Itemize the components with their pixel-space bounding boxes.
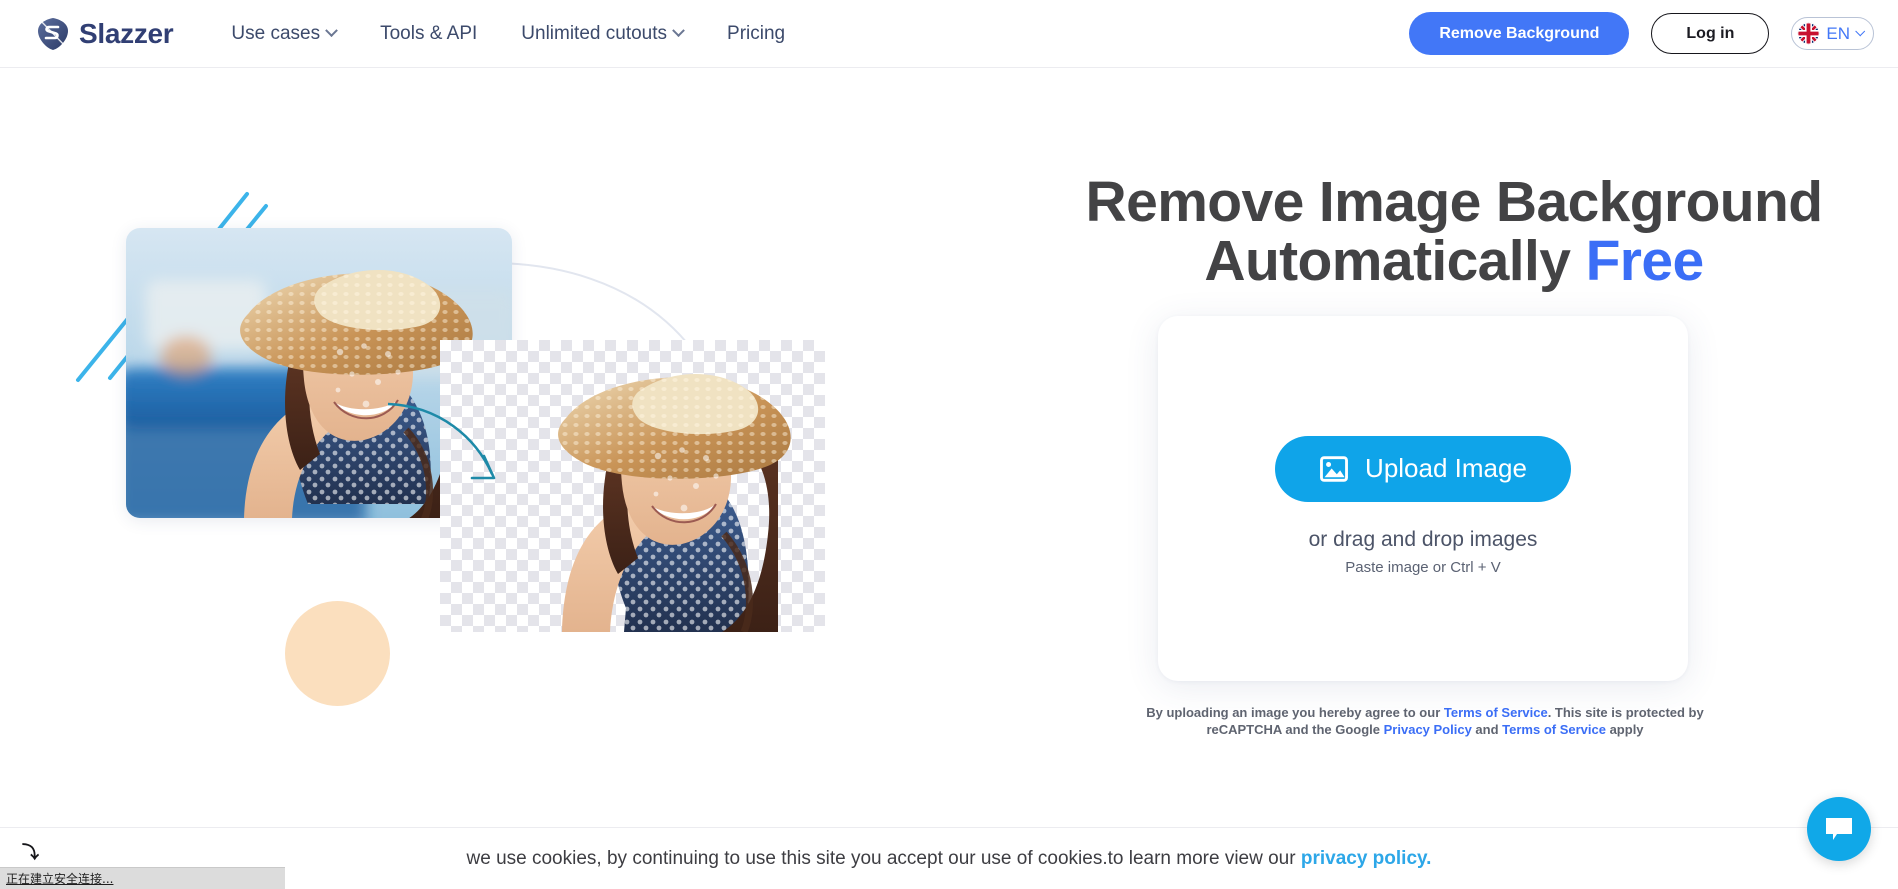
uk-flag-icon [1797, 22, 1821, 45]
nav-label: Use cases [231, 22, 321, 44]
legal-part-1: By uploading an image you hereby agree t… [1146, 705, 1444, 720]
cookie-message: we use cookies, by continuing to use thi… [467, 848, 1432, 870]
upload-image-button[interactable]: Upload Image [1275, 435, 1571, 502]
nav-item-pricing[interactable]: Pricing [727, 23, 785, 45]
chevron-down-icon [1855, 26, 1866, 37]
privacy-policy-link[interactable]: Privacy Policy [1384, 722, 1472, 737]
hero-content: Remove Image Background Automatically Fr… [1010, 68, 1898, 828]
chevron-down-icon [672, 24, 685, 38]
nav-label: Tools & API [380, 22, 478, 44]
headline-line-2: Automatically [1204, 229, 1586, 294]
nav-label: Pricing [727, 22, 786, 44]
legal-disclaimer: By uploading an image you hereby agree t… [1145, 704, 1705, 739]
brand-logo[interactable]: Slazzer [36, 17, 174, 51]
legal-part-3: and [1471, 722, 1503, 738]
nav-label: Unlimited cutouts [521, 22, 668, 44]
header-actions: Remove Background Log in EN [1409, 12, 1874, 55]
nav-item-tools-api[interactable]: Tools & API [380, 23, 477, 45]
decorative-curved-arrow [387, 402, 496, 480]
headline-line-1: Remove Image Background [1085, 170, 1824, 234]
nav-item-use-cases[interactable]: Use cases [231, 22, 338, 45]
nav-item-unlimited-cutouts[interactable]: Unlimited cutouts [521, 22, 685, 45]
chat-bubble-icon [1826, 818, 1852, 840]
page-title: Remove Image Background Automatically Fr… [1010, 170, 1898, 294]
decorative-peach-circle [285, 601, 390, 706]
login-button[interactable]: Log in [1651, 13, 1770, 54]
browser-status-text: 正在建立安全连接... [6, 872, 114, 886]
legal-part-4: apply [1605, 722, 1644, 738]
page-root: Slazzer Use cases Tools & API Unlimited … [0, 0, 1898, 889]
chevron-down-icon [325, 24, 338, 38]
slazzer-logo-icon [38, 17, 68, 50]
headline-accent: Free [1585, 229, 1705, 294]
hero-illustration [0, 68, 950, 768]
cursor-arrow-icon: ⤵ [22, 843, 39, 862]
drag-drop-text: or drag and drop images [1308, 527, 1538, 551]
upload-button-label: Upload Image [1365, 453, 1527, 483]
cookie-privacy-policy-link[interactable]: privacy policy. [1301, 848, 1432, 869]
main-navigation: Use cases Tools & API Unlimited cutouts … [231, 23, 785, 45]
language-selector[interactable]: EN [1791, 17, 1874, 50]
terms-of-service-link-1[interactable]: Terms of Service [1444, 705, 1548, 720]
browser-status-bar: 正在建立安全连接... [0, 867, 285, 889]
terms-of-service-link-2[interactable]: Terms of Service [1502, 722, 1606, 737]
brand-name: Slazzer [79, 17, 174, 49]
cookie-text-body: we use cookies, by continuing to use thi… [466, 847, 1301, 869]
site-header: Slazzer Use cases Tools & API Unlimited … [0, 0, 1898, 68]
upload-dropzone[interactable]: Upload Image or drag and drop images Pas… [1158, 316, 1688, 681]
image-icon [1320, 455, 1348, 482]
chat-widget-button[interactable] [1807, 797, 1871, 861]
paste-hint-text: Paste image or Ctrl + V [1345, 558, 1501, 576]
language-code: EN [1826, 23, 1850, 43]
remove-background-button[interactable]: Remove Background [1409, 12, 1630, 55]
